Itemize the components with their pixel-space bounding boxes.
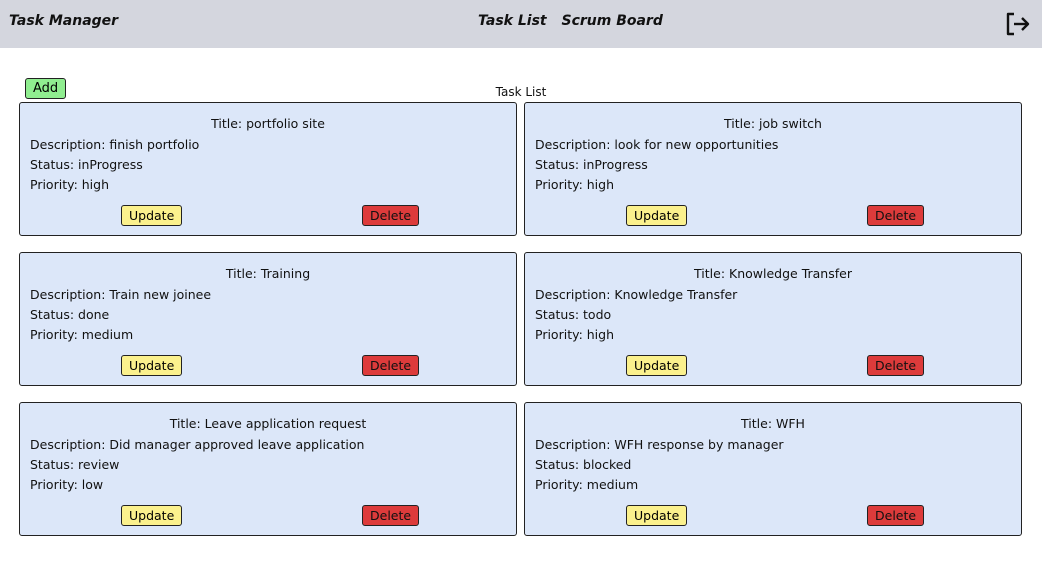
task-card: Title: Knowledge Transfer Description: K… [524, 252, 1022, 386]
task-status: Status: inProgress [535, 157, 648, 172]
nav-link-scrum-board[interactable]: Scrum Board [561, 13, 662, 29]
task-title: Title: Training [225, 266, 311, 281]
task-description: Description: WFH response by manager [535, 437, 784, 452]
task-status: Status: blocked [535, 457, 632, 472]
delete-button[interactable]: Delete [867, 355, 925, 376]
task-card: Title: Leave application request Descrip… [19, 402, 517, 536]
task-title: Title: portfolio site [211, 116, 325, 131]
task-title: Title: Knowledge Transfer [694, 266, 852, 281]
nav-link-task-list[interactable]: Task List [478, 13, 547, 29]
task-title: Title: WFH [741, 416, 805, 431]
task-card: Title: WFH Description: WFH response by … [524, 402, 1022, 536]
task-card: Title: portfolio site Description: finis… [19, 102, 517, 236]
task-status: Status: review [30, 457, 120, 472]
update-button[interactable]: Update [626, 205, 688, 226]
navbar: Task Manager Task List Scrum Board [0, 0, 1042, 48]
task-priority: Priority: high [535, 327, 615, 342]
update-button[interactable]: Update [121, 205, 183, 226]
task-description: Description: finish portfolio [30, 137, 200, 152]
task-status: Status: inProgress [30, 157, 143, 172]
nav-links: Task List Scrum Board [478, 13, 673, 29]
delete-button[interactable]: Delete [362, 505, 420, 526]
update-button[interactable]: Update [121, 505, 183, 526]
update-button[interactable]: Update [626, 505, 688, 526]
logout-icon[interactable] [1003, 10, 1031, 38]
task-priority: Priority: high [30, 177, 110, 192]
task-status: Status: todo [535, 307, 612, 322]
task-priority: Priority: medium [30, 327, 134, 342]
delete-button[interactable]: Delete [867, 205, 925, 226]
task-priority: Priority: low [30, 477, 104, 492]
update-button[interactable]: Update [626, 355, 688, 376]
page-title: Task List [495, 85, 547, 99]
delete-button[interactable]: Delete [362, 205, 420, 226]
brand-title: Task Manager [9, 13, 119, 29]
task-grid: Title: portfolio site Description: finis… [19, 102, 1022, 536]
task-description: Description: look for new opportunities [535, 137, 779, 152]
task-priority: Priority: high [535, 177, 615, 192]
update-button[interactable]: Update [121, 355, 183, 376]
task-card: Title: Training Description: Train new j… [19, 252, 517, 386]
task-card: Title: job switch Description: look for … [524, 102, 1022, 236]
task-description: Description: Train new joinee [30, 287, 212, 302]
task-status: Status: done [30, 307, 110, 322]
task-title: Title: Leave application request [169, 416, 367, 431]
task-description: Description: Did manager approved leave … [30, 437, 365, 452]
delete-button[interactable]: Delete [867, 505, 925, 526]
task-priority: Priority: medium [535, 477, 639, 492]
task-title: Title: job switch [724, 116, 822, 131]
delete-button[interactable]: Delete [362, 355, 420, 376]
task-description: Description: Knowledge Transfer [535, 287, 738, 302]
